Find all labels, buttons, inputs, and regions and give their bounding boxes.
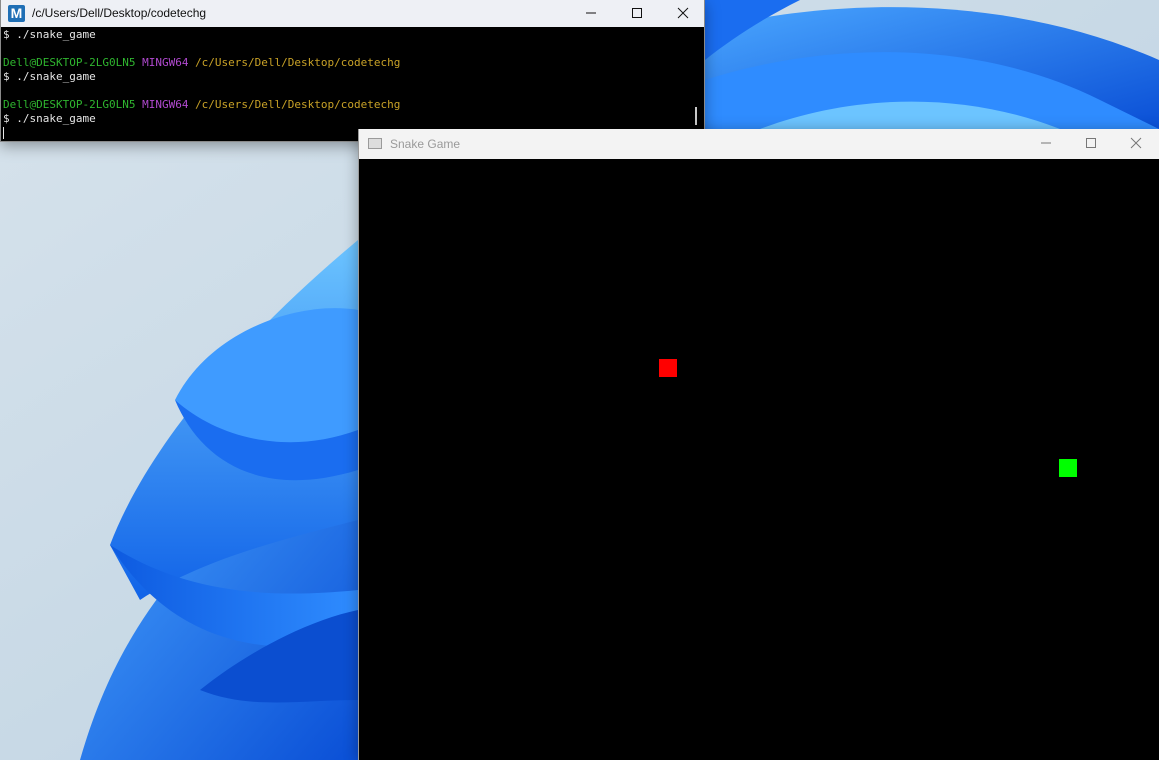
terminal-line: $ ./snake_game	[3, 70, 686, 84]
snake-head	[1059, 459, 1077, 477]
snake-game-window[interactable]: Snake Game	[358, 129, 1159, 760]
close-icon	[1130, 137, 1142, 149]
mintty-icon: M	[8, 5, 25, 22]
text-cursor	[3, 127, 4, 139]
terminal-text: Dell@DESKTOP-2LG0LN5	[3, 56, 136, 69]
terminal-scrollbar[interactable]	[688, 27, 704, 141]
terminal-scroll-thumb[interactable]	[695, 107, 697, 125]
mintty-icon-letter: M	[10, 5, 23, 21]
maximize-icon	[1086, 138, 1096, 148]
terminal-close-button[interactable]	[660, 0, 704, 27]
terminal-text: MINGW64	[142, 98, 189, 111]
terminal-minimize-button[interactable]	[568, 0, 614, 27]
terminal-text: /c/Users/Dell/Desktop/codetechg	[195, 98, 401, 111]
snake-game-titlebar[interactable]: Snake Game	[359, 129, 1159, 159]
terminal-title: /c/Users/Dell/Desktop/codetechg	[32, 6, 207, 20]
minimize-icon	[586, 12, 596, 14]
close-icon	[677, 7, 689, 19]
terminal-text: $ ./snake_game	[3, 28, 96, 41]
terminal-text: $ ./snake_game	[3, 112, 96, 125]
terminal-text: MINGW64	[142, 56, 189, 69]
terminal-output[interactable]: $ ./snake_game Dell@DESKTOP-2LG0LN5 MINGW…	[1, 27, 688, 141]
terminal-line: $ ./snake_game	[3, 112, 686, 126]
terminal-line: Dell@DESKTOP-2LG0LN5 MINGW64 /c/Users/De…	[3, 98, 686, 112]
terminal-line: Dell@DESKTOP-2LG0LN5 MINGW64 /c/Users/De…	[3, 56, 686, 70]
terminal-text: Dell@DESKTOP-2LG0LN5	[3, 98, 136, 111]
game-canvas[interactable]	[359, 159, 1159, 760]
terminal-titlebar[interactable]: M /c/Users/Dell/Desktop/codetechg	[1, 0, 704, 27]
snake-game-title: Snake Game	[390, 137, 461, 151]
window-app-icon	[368, 138, 382, 149]
snake-maximize-button[interactable]	[1068, 130, 1114, 157]
terminal-maximize-button[interactable]	[614, 0, 660, 27]
maximize-icon	[632, 8, 642, 18]
terminal-window[interactable]: M /c/Users/Dell/Desktop/codetechg $ ./sn…	[0, 0, 705, 142]
terminal-text: /c/Users/Dell/Desktop/codetechg	[195, 56, 401, 69]
terminal-text: $ ./snake_game	[3, 70, 96, 83]
snake-close-button[interactable]	[1113, 130, 1159, 157]
minimize-icon	[1041, 142, 1051, 144]
food-pellet	[659, 359, 677, 377]
terminal-line: $ ./snake_game	[3, 28, 686, 42]
snake-minimize-button[interactable]	[1023, 130, 1069, 157]
